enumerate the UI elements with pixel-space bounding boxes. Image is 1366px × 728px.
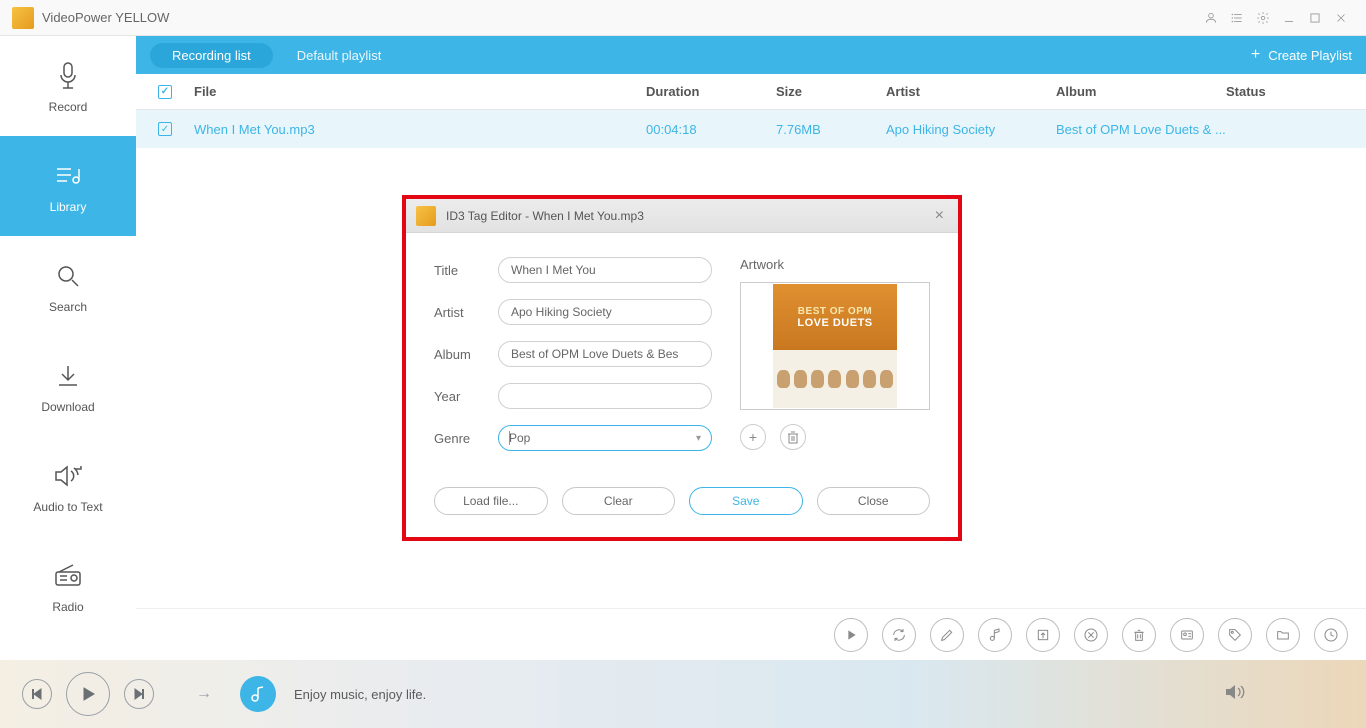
tab-default-playlist[interactable]: Default playlist xyxy=(297,48,382,63)
app-logo xyxy=(12,7,34,29)
tab-recording-list[interactable]: Recording list xyxy=(150,43,273,68)
download-icon xyxy=(55,358,81,394)
dialog-logo xyxy=(416,206,436,226)
arrow-icon: → xyxy=(196,685,212,703)
export-button[interactable] xyxy=(1026,618,1060,652)
play-button[interactable] xyxy=(66,672,110,716)
delete-artwork-button[interactable] xyxy=(780,424,806,450)
label-album: Album xyxy=(434,347,498,362)
close-button[interactable]: Close xyxy=(817,487,931,515)
maximize-icon[interactable] xyxy=(1302,5,1328,31)
label-genre: Genre xyxy=(434,431,498,446)
dialog-titlebar: ID3 Tag Editor - When I Met You.mp3 × xyxy=(406,199,958,233)
label-artwork: Artwork xyxy=(740,257,930,272)
cell-album: Best of OPM Love Duets & ... xyxy=(1056,122,1226,137)
previous-button[interactable] xyxy=(22,679,52,709)
gear-icon[interactable] xyxy=(1250,5,1276,31)
plus-icon: + xyxy=(1251,46,1260,64)
artwork-text-1: BEST OF OPM xyxy=(798,306,872,317)
column-header-artist[interactable]: Artist xyxy=(886,84,1056,99)
close-icon[interactable] xyxy=(1328,5,1354,31)
column-header-duration[interactable]: Duration xyxy=(646,84,776,99)
sidebar-item-label: Library xyxy=(50,200,87,214)
cell-duration: 00:04:18 xyxy=(646,122,776,137)
cell-size: 7.76MB xyxy=(776,122,886,137)
artist-input[interactable] xyxy=(498,299,712,325)
titlebar: VideoPower YELLOW xyxy=(0,0,1366,36)
label-title: Title xyxy=(434,263,498,278)
radio-icon xyxy=(53,558,83,594)
folder-button[interactable] xyxy=(1266,618,1300,652)
sidebar-item-search[interactable]: Search xyxy=(0,236,136,336)
library-icon xyxy=(53,158,83,194)
title-input[interactable] xyxy=(498,257,712,283)
artwork-image: BEST OF OPM LOVE DUETS xyxy=(773,284,897,408)
sidebar-item-download[interactable]: Download xyxy=(0,336,136,436)
sidebar-item-radio[interactable]: Radio xyxy=(0,536,136,636)
load-file-button[interactable]: Load file... xyxy=(434,487,548,515)
create-playlist-button[interactable]: + Create Playlist xyxy=(1251,46,1352,64)
sidebar-item-label: Search xyxy=(49,300,87,314)
column-header-size[interactable]: Size xyxy=(776,84,886,99)
user-icon[interactable] xyxy=(1198,5,1224,31)
column-header-file[interactable]: File xyxy=(194,84,646,99)
bottom-toolbar xyxy=(136,608,1366,660)
id-card-button[interactable] xyxy=(1170,618,1204,652)
edit-button[interactable] xyxy=(930,618,964,652)
dialog-close-button[interactable]: × xyxy=(931,207,948,225)
create-playlist-label: Create Playlist xyxy=(1268,48,1352,63)
artwork-text-2: LOVE DUETS xyxy=(797,317,872,329)
add-artwork-button[interactable]: + xyxy=(740,424,766,450)
clear-button[interactable]: Clear xyxy=(562,487,676,515)
sidebar-item-label: Audio to Text xyxy=(33,500,102,514)
cell-artist: Apo Hiking Society xyxy=(886,122,1056,137)
table-row[interactable]: When I Met You.mp3 00:04:18 7.76MB Apo H… xyxy=(136,110,1366,148)
dialog-title: ID3 Tag Editor - When I Met You.mp3 xyxy=(446,209,644,223)
refresh-button[interactable] xyxy=(882,618,916,652)
sidebar-item-label: Record xyxy=(49,100,88,114)
label-year: Year xyxy=(434,389,498,404)
tabs-bar: Recording list Default playlist + Create… xyxy=(136,36,1366,74)
app-title: VideoPower YELLOW xyxy=(42,10,169,25)
sidebar-item-label: Radio xyxy=(52,600,83,614)
column-header-status[interactable]: Status xyxy=(1226,84,1366,99)
sidebar-item-record[interactable]: Record xyxy=(0,36,136,136)
select-all-checkbox[interactable] xyxy=(158,85,172,99)
now-playing-text: Enjoy music, enjoy life. xyxy=(294,687,426,702)
row-checkbox[interactable] xyxy=(158,122,172,136)
sidebar-item-audio-to-text[interactable]: Audio to Text xyxy=(0,436,136,536)
cell-file: When I Met You.mp3 xyxy=(194,122,646,137)
now-playing-icon xyxy=(240,676,276,712)
search-icon xyxy=(55,258,81,294)
sidebar-item-library[interactable]: Library xyxy=(0,136,136,236)
artwork-frame[interactable]: BEST OF OPM LOVE DUETS xyxy=(740,282,930,410)
album-input[interactable] xyxy=(498,341,712,367)
volume-icon[interactable] xyxy=(1224,683,1246,706)
history-button[interactable] xyxy=(1314,618,1348,652)
id3-tag-editor-dialog: ID3 Tag Editor - When I Met You.mp3 × Ti… xyxy=(402,195,962,541)
genre-select[interactable]: Pop xyxy=(498,425,712,451)
list-icon[interactable] xyxy=(1224,5,1250,31)
player-bar: → Enjoy music, enjoy life. xyxy=(0,660,1366,728)
save-button[interactable]: Save xyxy=(689,487,803,515)
next-button[interactable] xyxy=(124,679,154,709)
play-preview-button[interactable] xyxy=(834,618,868,652)
table-header: File Duration Size Artist Album Status xyxy=(136,74,1366,110)
sidebar-item-label: Download xyxy=(41,400,94,414)
trash-button[interactable] xyxy=(1122,618,1156,652)
tag-button[interactable] xyxy=(1218,618,1252,652)
music-button[interactable] xyxy=(978,618,1012,652)
genre-value: Pop xyxy=(509,431,530,445)
microphone-icon xyxy=(56,58,80,94)
column-header-album[interactable]: Album xyxy=(1056,84,1226,99)
minimize-icon[interactable] xyxy=(1276,5,1302,31)
remove-button[interactable] xyxy=(1074,618,1108,652)
label-artist: Artist xyxy=(434,305,498,320)
speaker-icon xyxy=(53,458,83,494)
year-input[interactable] xyxy=(498,383,712,409)
sidebar: Record Library Search Download Audio to … xyxy=(0,36,136,660)
